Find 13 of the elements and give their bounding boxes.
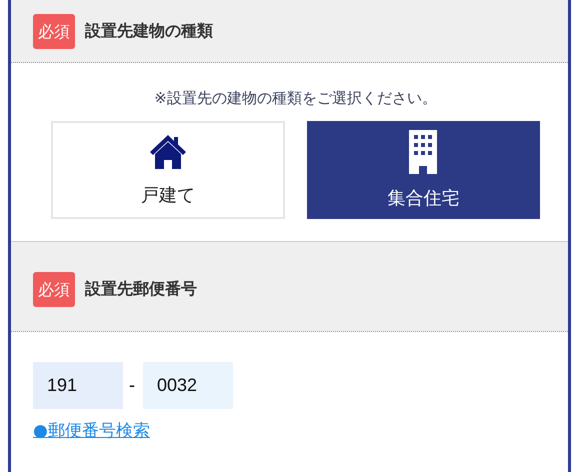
- instruction-text: ※設置先の建物の種類をご選択ください。: [153, 89, 438, 108]
- required-badge: 必須: [33, 14, 75, 48]
- separator: -: [129, 375, 135, 396]
- house-icon: [148, 133, 188, 171]
- postal-code-field[interactable]: 191: [33, 362, 123, 409]
- building-type-option[interactable]: 集合住宅: [306, 121, 540, 219]
- postal-code-field[interactable]: 0032: [143, 362, 233, 409]
- building-icon: [409, 130, 438, 174]
- required-badge: 必須: [33, 272, 75, 307]
- section-title: 設置先建物の種類: [85, 20, 213, 42]
- building-type-option[interactable]: 戸建て: [51, 121, 284, 219]
- section-title: 設置先郵便番号: [85, 279, 197, 300]
- postal-search-link[interactable]: ●郵便番号検索: [33, 419, 150, 442]
